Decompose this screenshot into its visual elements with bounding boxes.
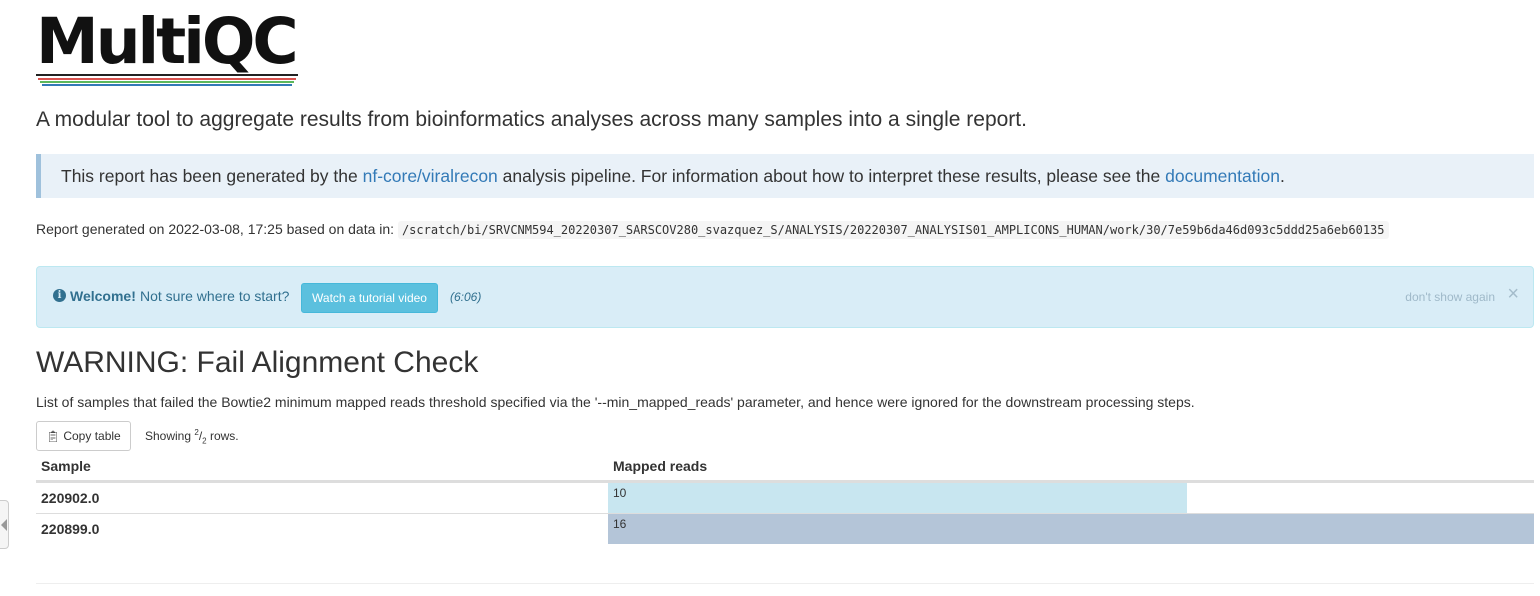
mapped-reads-value: 16 (613, 517, 627, 531)
showing-count: 2 (194, 428, 199, 437)
logo-wordmark: MultiQC (36, 5, 299, 78)
table-row: 220902.0 10 (36, 481, 1534, 514)
fail-alignment-table: Sample Mapped reads 220902.0 10 220899.0… (36, 451, 1534, 544)
column-header-mapped-reads[interactable]: Mapped reads (608, 451, 1534, 483)
watch-tutorial-button[interactable]: Watch a tutorial video (301, 283, 438, 313)
intro-text-before: This report has been generated by the (61, 166, 363, 186)
close-icon[interactable]: × (1507, 284, 1519, 304)
showing-suffix: rows. (209, 429, 239, 443)
sample-cell: 220902.0 (36, 481, 608, 514)
welcome-text: Not sure where to start? (140, 288, 290, 304)
welcome-heading: Welcome! (70, 288, 136, 304)
column-header-sample[interactable]: Sample (36, 451, 608, 483)
table-row: 220899.0 16 (36, 513, 1534, 544)
logo-underline-graphic (36, 74, 298, 86)
welcome-alert: i Welcome! Not sure where to start? Watc… (36, 266, 1534, 328)
intro-text-middle: analysis pipeline. For information about… (497, 166, 1166, 186)
documentation-link[interactable]: documentation (1165, 166, 1280, 186)
section-title: WARNING: Fail Alignment Check (36, 346, 479, 379)
viralrecon-link[interactable]: nf-core/viralrecon (363, 166, 498, 186)
multiqc-logo: MultiQC (36, 5, 299, 86)
mapped-reads-cell: 16 (608, 513, 1534, 544)
report-meta: Report generated on 2022-03-08, 17:25 ba… (36, 221, 1389, 239)
showing-rows: Showing 2/2 rows. (145, 428, 239, 446)
table-header-row: Sample Mapped reads (36, 451, 1534, 483)
report-date-text: Report generated on 2022-03-08, 17:25 ba… (36, 221, 395, 237)
copy-table-button[interactable]: 📋︎ Copy table (36, 421, 131, 451)
data-path: /scratch/bi/SRVCNM594_20220307_SARSCOV28… (397, 221, 1389, 239)
section-divider (36, 583, 1534, 584)
mapped-reads-value: 10 (613, 486, 627, 500)
showing-prefix: Showing (145, 429, 192, 443)
intro-text-after: . (1279, 166, 1285, 186)
mapped-reads-bar (608, 483, 1187, 513)
chevron-left-icon (1, 519, 7, 531)
copy-table-label: Copy table (63, 429, 121, 443)
dont-show-again-link[interactable]: don't show again (1405, 290, 1495, 304)
intro-well: This report has been generated by the nf… (36, 154, 1534, 198)
clipboard-icon: 📋︎ (46, 431, 60, 443)
showing-total: 2 (202, 436, 207, 446)
tutorial-duration: (6:06) (450, 290, 482, 304)
sample-cell: 220899.0 (36, 513, 608, 544)
toolbox-toggle[interactable] (0, 500, 9, 549)
mapped-reads-bar (608, 514, 1534, 544)
mapped-reads-cell: 10 (608, 481, 1534, 514)
info-circle-icon: i (53, 289, 66, 302)
section-description: List of samples that failed the Bowtie2 … (36, 394, 1195, 410)
lead-description: A modular tool to aggregate results from… (36, 108, 1027, 131)
